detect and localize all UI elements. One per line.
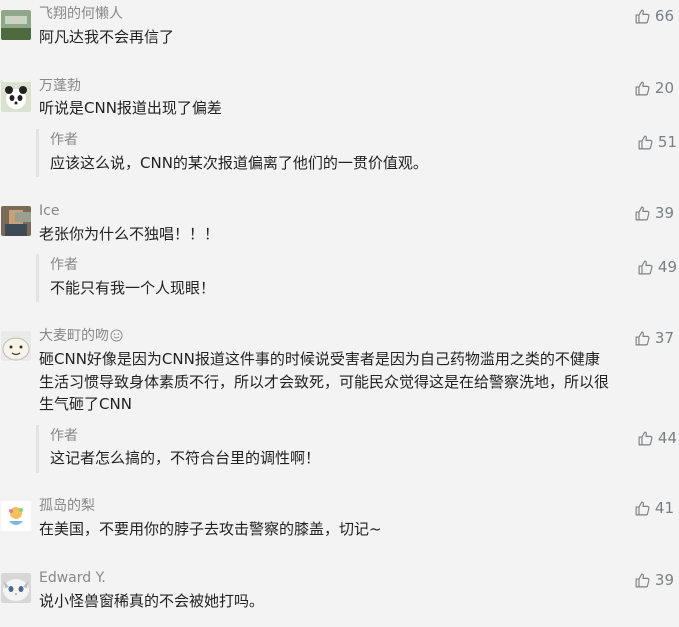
reply-author-label: 作者	[50, 428, 78, 444]
like-button[interactable]: 41	[634, 498, 674, 518]
comment-text-line: 生活习惯导致身体素质不行，所以才会致死，可能民众觉得这是在给警察洗地，所以很	[39, 373, 610, 391]
like-button[interactable]: 39	[634, 203, 674, 223]
thumbs-up-icon	[634, 205, 651, 222]
thumbs-up-icon	[637, 259, 654, 276]
reply-text: 应该这么说，CNN的某次报道偏离了他们的一贯价值观。	[50, 154, 428, 172]
like-button[interactable]: 37	[634, 328, 674, 348]
comment-nickname[interactable]: 飞翔的何懒人	[39, 5, 123, 23]
comment-text: 在美国，不要用你的脖子去攻击警察的膝盖，切记~	[39, 520, 382, 538]
comment-nickname-text: 大麦町的吻	[39, 328, 109, 344]
like-count: 20	[654, 79, 674, 97]
author-reply: 作者 应该这么说，CNN的某次报道偏离了他们的一贯价值观。 51	[36, 129, 679, 177]
avatar[interactable]	[1, 206, 31, 236]
comment-nickname[interactable]: Edward Y.	[39, 569, 106, 587]
comment-text-line: 砸CNN好像是因为CNN报道这件事的时候说受害者是因为自己药物滥用之类的不健康	[39, 350, 600, 368]
comment-nickname[interactable]: 万蓬勃	[39, 77, 81, 95]
thumbs-up-icon	[634, 572, 651, 589]
like-count: 51	[657, 133, 677, 151]
comment-text: 阿凡达我不会再信了	[39, 28, 175, 46]
smiley-emoji-icon	[110, 329, 123, 342]
comment-text: 说小怪兽窗稀真的不会被她打吗。	[39, 592, 265, 610]
avatar[interactable]	[1, 10, 31, 40]
reply-text: 不能只有我一个人现眼！	[50, 279, 216, 297]
reply-text: 这记者怎么搞的，不符合台里的调性啊！	[50, 449, 321, 467]
like-button[interactable]: 49	[637, 257, 677, 277]
comment-text-line: 生气砸了CNN	[39, 395, 132, 413]
thumbs-up-icon	[634, 8, 651, 25]
author-reply: 作者 这记者怎么搞的，不符合台里的调性啊！ 44	[36, 425, 679, 473]
avatar[interactable]	[1, 82, 31, 112]
like-button[interactable]: 44	[637, 428, 677, 448]
like-count: 37	[654, 329, 674, 347]
reply-author-label: 作者	[50, 257, 78, 273]
like-button[interactable]: 51	[637, 132, 677, 152]
like-count: 66	[654, 7, 674, 25]
thumbs-up-icon	[634, 330, 651, 347]
like-count: 41	[654, 499, 674, 517]
like-button[interactable]: 20	[634, 78, 674, 98]
thumbs-up-icon	[637, 134, 654, 151]
avatar[interactable]	[1, 331, 31, 361]
like-count: 39	[654, 204, 674, 222]
like-button[interactable]: 66	[634, 6, 674, 26]
comment-text: 老张你为什么不独唱！！！	[39, 225, 220, 243]
like-count: 49	[657, 258, 677, 276]
like-count: 39	[654, 571, 674, 589]
avatar[interactable]	[1, 501, 31, 531]
comment-nickname[interactable]: 孤岛的梨	[39, 497, 95, 515]
comment-nickname[interactable]: 大麦町的吻	[39, 327, 123, 345]
comment-nickname[interactable]: Ice	[39, 202, 59, 220]
avatar[interactable]	[1, 573, 31, 603]
author-reply: 作者 不能只有我一个人现眼！ 49	[36, 254, 679, 302]
thumbs-up-icon	[634, 500, 651, 517]
thumbs-up-icon	[634, 80, 651, 97]
comment-text: 听说是CNN报道出现了偏差	[39, 99, 222, 117]
reply-author-label: 作者	[50, 132, 78, 148]
thumbs-up-icon	[637, 430, 654, 447]
like-button[interactable]: 39	[634, 570, 674, 590]
like-count: 44	[657, 429, 677, 447]
